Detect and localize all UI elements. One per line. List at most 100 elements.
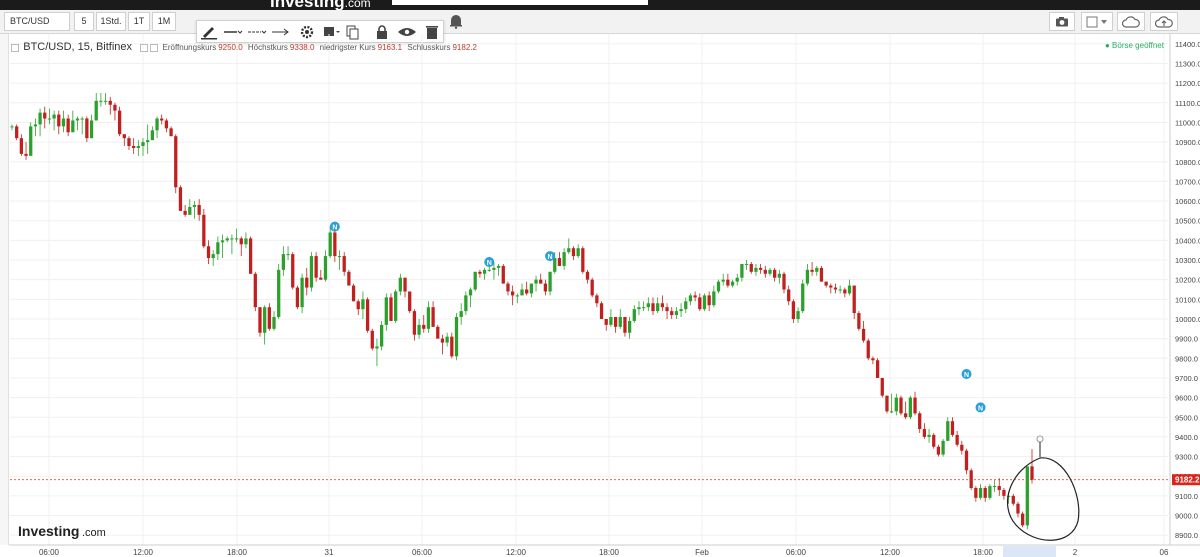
candle bbox=[520, 283, 524, 296]
candle bbox=[716, 279, 721, 294]
candle bbox=[379, 320, 384, 351]
x-tick-label: 12:00 bbox=[880, 548, 901, 557]
candle bbox=[75, 116, 80, 131]
chart-grid bbox=[10, 34, 1168, 545]
candle bbox=[169, 126, 173, 137]
candle bbox=[258, 307, 262, 337]
candle bbox=[132, 138, 136, 154]
candle bbox=[244, 232, 248, 249]
y-tick-label: 10900.0 bbox=[1175, 138, 1200, 147]
candle bbox=[847, 279, 852, 296]
candle bbox=[440, 334, 445, 355]
candle bbox=[57, 110, 61, 135]
candle bbox=[852, 285, 856, 319]
candle bbox=[688, 293, 693, 306]
legend-settings-toggle[interactable] bbox=[140, 43, 149, 52]
candle bbox=[871, 356, 875, 365]
candle bbox=[450, 332, 454, 359]
candle bbox=[347, 269, 351, 286]
candle bbox=[122, 134, 126, 147]
candle bbox=[85, 116, 89, 143]
candle bbox=[1021, 511, 1025, 528]
candle bbox=[239, 236, 243, 257]
candle bbox=[936, 444, 941, 457]
candle bbox=[749, 261, 753, 274]
candle bbox=[1025, 466, 1029, 530]
candle bbox=[300, 273, 304, 314]
candle bbox=[108, 96, 112, 115]
candle bbox=[590, 277, 594, 298]
candle bbox=[361, 291, 365, 319]
candle bbox=[117, 106, 122, 137]
candle bbox=[829, 283, 833, 294]
candle bbox=[754, 263, 758, 276]
candle bbox=[99, 92, 103, 107]
candle bbox=[24, 142, 28, 160]
candle bbox=[454, 313, 459, 361]
hand-drawn-circle-annotation bbox=[1006, 457, 1080, 541]
candle bbox=[71, 110, 75, 133]
y-tick-label: 9100.0 bbox=[1175, 492, 1198, 501]
candlestick-chart[interactable]: N N N N N Investing .com 8900.0 9000.0 9100.0 9… bbox=[0, 0, 1200, 557]
x-tick-label: 31 bbox=[325, 548, 334, 557]
y-tick-label: 9400.0 bbox=[1175, 433, 1198, 442]
candle bbox=[365, 297, 370, 333]
candle bbox=[230, 234, 234, 255]
candle bbox=[417, 318, 421, 339]
candle bbox=[506, 281, 510, 296]
price-axis bbox=[1170, 34, 1200, 545]
candle bbox=[618, 309, 622, 329]
candle bbox=[899, 395, 903, 416]
candle bbox=[52, 110, 56, 131]
candle bbox=[431, 301, 435, 327]
candle bbox=[141, 138, 145, 156]
candle bbox=[174, 134, 178, 194]
legend-high-value: 9338.0 bbox=[289, 43, 315, 52]
x-tick-label: 18:00 bbox=[973, 548, 994, 557]
candle bbox=[80, 116, 84, 135]
legend-collapse-toggle[interactable] bbox=[11, 43, 19, 52]
candle bbox=[670, 307, 674, 319]
candle-series bbox=[10, 92, 1034, 530]
candle bbox=[253, 271, 257, 312]
candle bbox=[768, 267, 772, 276]
y-tick-label: 9900.0 bbox=[1175, 335, 1198, 344]
y-tick-label: 9600.0 bbox=[1175, 394, 1198, 403]
candle bbox=[356, 299, 360, 316]
x-tick-label: 12:00 bbox=[506, 548, 527, 557]
candle bbox=[571, 246, 576, 261]
time-axis-crosshair-highlight bbox=[1003, 546, 1056, 557]
candle bbox=[997, 478, 1001, 496]
candle bbox=[679, 303, 683, 318]
candle bbox=[801, 279, 805, 314]
svg-text:N: N bbox=[548, 254, 553, 261]
candle bbox=[375, 338, 379, 367]
candle bbox=[838, 285, 842, 294]
news-marker: N bbox=[545, 251, 556, 262]
candle bbox=[426, 301, 431, 333]
legend-close-value: 9182.2 bbox=[452, 43, 477, 52]
candle bbox=[155, 116, 159, 139]
y-tick-label: 9700.0 bbox=[1175, 374, 1198, 383]
candle bbox=[436, 324, 440, 339]
candle bbox=[272, 311, 276, 331]
y-tick-label: 11100.0 bbox=[1175, 99, 1200, 108]
candle bbox=[398, 273, 402, 296]
candle bbox=[978, 484, 983, 500]
candle bbox=[445, 332, 449, 347]
candle bbox=[89, 114, 94, 139]
market-status: ● Börse geöffnet bbox=[1105, 41, 1164, 50]
candle bbox=[192, 201, 197, 219]
candle bbox=[211, 250, 215, 266]
candle bbox=[333, 228, 337, 262]
candle bbox=[796, 307, 800, 323]
candle bbox=[824, 281, 828, 288]
legend-close-toggle[interactable] bbox=[150, 43, 159, 52]
candle bbox=[810, 261, 814, 276]
candle bbox=[408, 291, 412, 314]
candle bbox=[1030, 449, 1034, 484]
svg-text:N: N bbox=[487, 260, 492, 267]
candle bbox=[403, 277, 407, 298]
candle bbox=[702, 293, 707, 312]
candle bbox=[861, 320, 866, 343]
